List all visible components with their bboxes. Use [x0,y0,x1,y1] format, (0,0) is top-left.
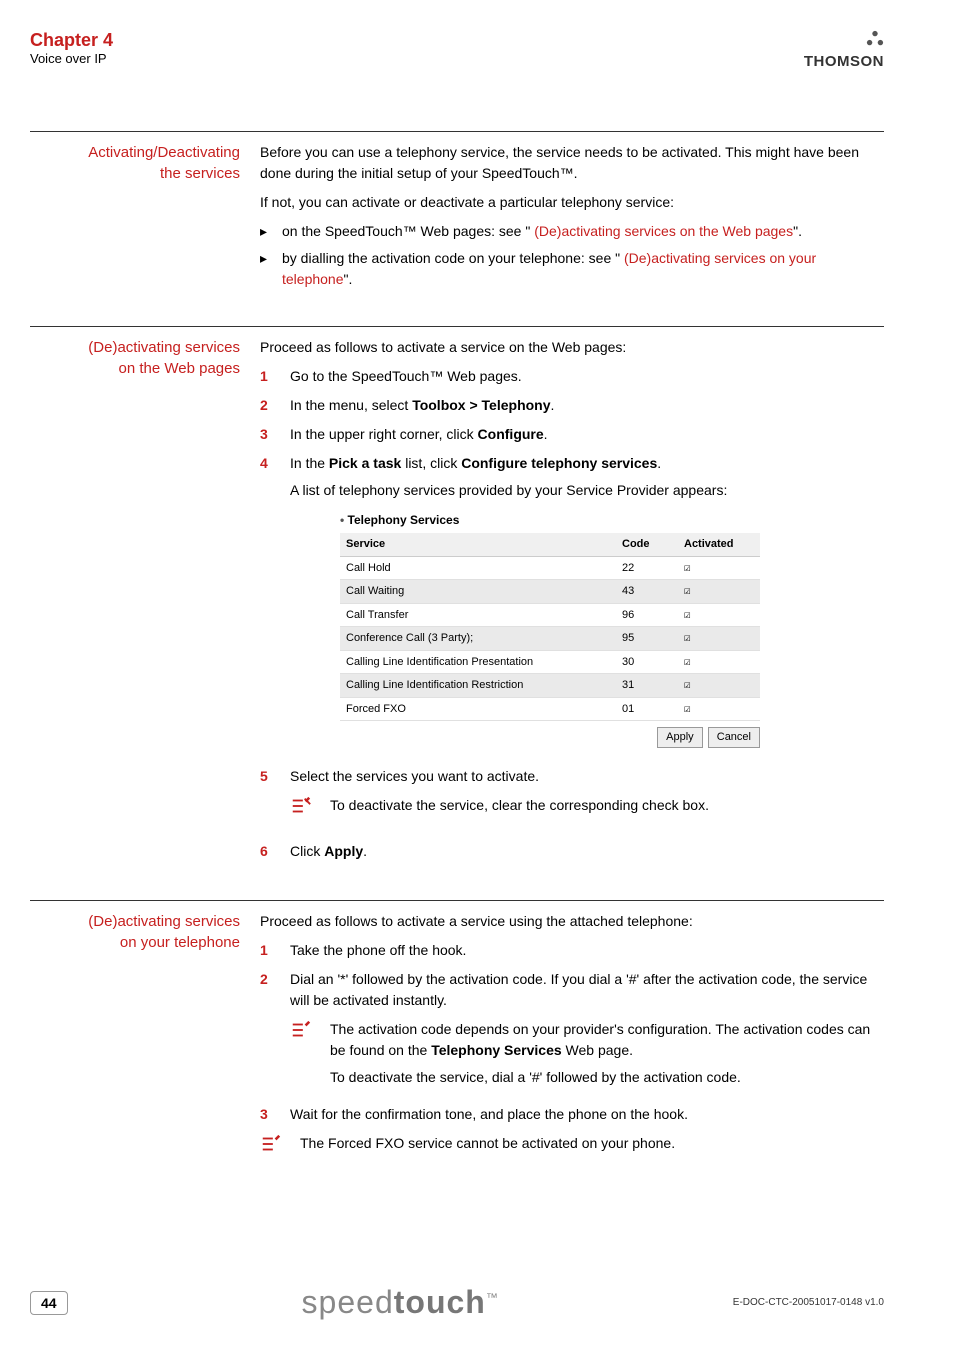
col-service: Service [340,533,616,556]
telephony-services-screenshot: Telephony Services Service Code Activate… [340,511,760,748]
table-row: Call Hold22☑ [340,556,760,580]
brand-text: THOMSON [804,53,884,70]
note-forced-fxo: The Forced FXO service cannot be activat… [260,1133,884,1163]
section-activating: Activating/Deactivating the services Bef… [30,131,884,296]
cancel-button[interactable]: Cancel [708,727,760,748]
service-code: 95 [616,627,678,651]
service-activated-checkbox[interactable]: ☑ [678,697,760,721]
page-header: Chapter 4 Voice over IP THOMSON [30,30,884,71]
service-name: Conference Call (3 Party); [340,627,616,651]
service-activated-checkbox[interactable]: ☑ [678,580,760,604]
scr-title: Telephony Services [340,511,760,529]
service-activated-checkbox[interactable]: ☑ [678,556,760,580]
bullet-web-pages: ▸ on the SpeedTouch™ Web pages: see " (D… [260,221,884,242]
service-code: 30 [616,650,678,674]
step-web-4: 4 In the Pick a task list, click Configu… [260,453,884,758]
side-label-web: (De)activating services on the Web pages [30,337,260,870]
note-deactivate: To deactivate the service, clear the cor… [290,795,884,825]
brand-flower-icon [866,30,884,53]
services-table: Service Code Activated Call Hold22☑Call … [340,533,760,721]
para-intro2: If not, you can activate or deactivate a… [260,192,884,213]
step-phone-3: 3 Wait for the confirmation tone, and pl… [260,1104,884,1125]
content-activating: Before you can use a telephony service, … [260,142,884,296]
triangle-right-icon: ▸ [260,221,282,242]
chapter-subtitle: Voice over IP [30,51,113,66]
triangle-right-icon: ▸ [260,248,282,290]
service-name: Calling Line Identification Presentation [340,650,616,674]
side-label-phone: (De)activating services on your telephon… [30,911,260,1171]
apply-button[interactable]: Apply [657,727,703,748]
table-row: Calling Line Identification Presentation… [340,650,760,674]
step-phone-1: 1 Take the phone off the hook. [260,940,884,961]
note-icon [290,1019,330,1049]
header-left: Chapter 4 Voice over IP [30,30,113,66]
service-name: Forced FXO [340,697,616,721]
service-name: Calling Line Identification Restriction [340,674,616,698]
service-name: Call Waiting [340,580,616,604]
table-row: Conference Call (3 Party);95☑ [340,627,760,651]
step-web-1: 1 Go to the SpeedTouch™ Web pages. [260,366,884,387]
note-activation-code: The activation code depends on your prov… [290,1019,884,1088]
bullet-telephone: ▸ by dialling the activation code on you… [260,248,884,290]
link-web-pages[interactable]: (De)activating services on the Web pages [534,223,793,239]
content-phone: Proceed as follows to activate a service… [260,911,884,1171]
step-phone-2: 2 Dial an '*' followed by the activation… [260,969,884,1096]
step-web-4-sub: A list of telephony services provided by… [290,480,884,501]
note-icon [260,1133,300,1163]
service-activated-checkbox[interactable]: ☑ [678,650,760,674]
step-web-6: 6 Click Apply. [260,841,884,862]
note-icon [290,795,330,825]
col-code: Code [616,533,678,556]
step-web-5: 5 Select the services you want to activa… [260,766,884,833]
service-code: 31 [616,674,678,698]
service-code: 01 [616,697,678,721]
service-name: Call Transfer [340,603,616,627]
page-footer: 44 speedtouch™ E-DOC-CTC-20051017-0148 v… [30,1284,884,1321]
para-intro1: Before you can use a telephony service, … [260,142,884,184]
service-code: 96 [616,603,678,627]
service-activated-checkbox[interactable]: ☑ [678,627,760,651]
table-row: Call Transfer96☑ [340,603,760,627]
col-activated: Activated [678,533,760,556]
page-number: 44 [30,1291,68,1315]
side-label-activating: Activating/Deactivating the services [30,142,260,296]
service-name: Call Hold [340,556,616,580]
table-row: Forced FXO01☑ [340,697,760,721]
step-web-3: 3 In the upper right corner, click Confi… [260,424,884,445]
content-web: Proceed as follows to activate a service… [260,337,884,870]
chapter-title: Chapter 4 [30,30,113,51]
web-intro: Proceed as follows to activate a service… [260,337,884,358]
service-code: 43 [616,580,678,604]
table-row: Calling Line Identification Restriction3… [340,674,760,698]
brand-logo: THOMSON [804,30,884,71]
speedtouch-logo: speedtouch™ [302,1284,499,1321]
service-activated-checkbox[interactable]: ☑ [678,674,760,698]
doc-id: E-DOC-CTC-20051017-0148 v1.0 [733,1297,884,1308]
step-web-2: 2 In the menu, select Toolbox > Telephon… [260,395,884,416]
section-telephone: (De)activating services on your telephon… [30,900,884,1171]
service-activated-checkbox[interactable]: ☑ [678,603,760,627]
section-web-pages: (De)activating services on the Web pages… [30,326,884,870]
phone-intro: Proceed as follows to activate a service… [260,911,884,932]
table-row: Call Waiting43☑ [340,580,760,604]
service-code: 22 [616,556,678,580]
